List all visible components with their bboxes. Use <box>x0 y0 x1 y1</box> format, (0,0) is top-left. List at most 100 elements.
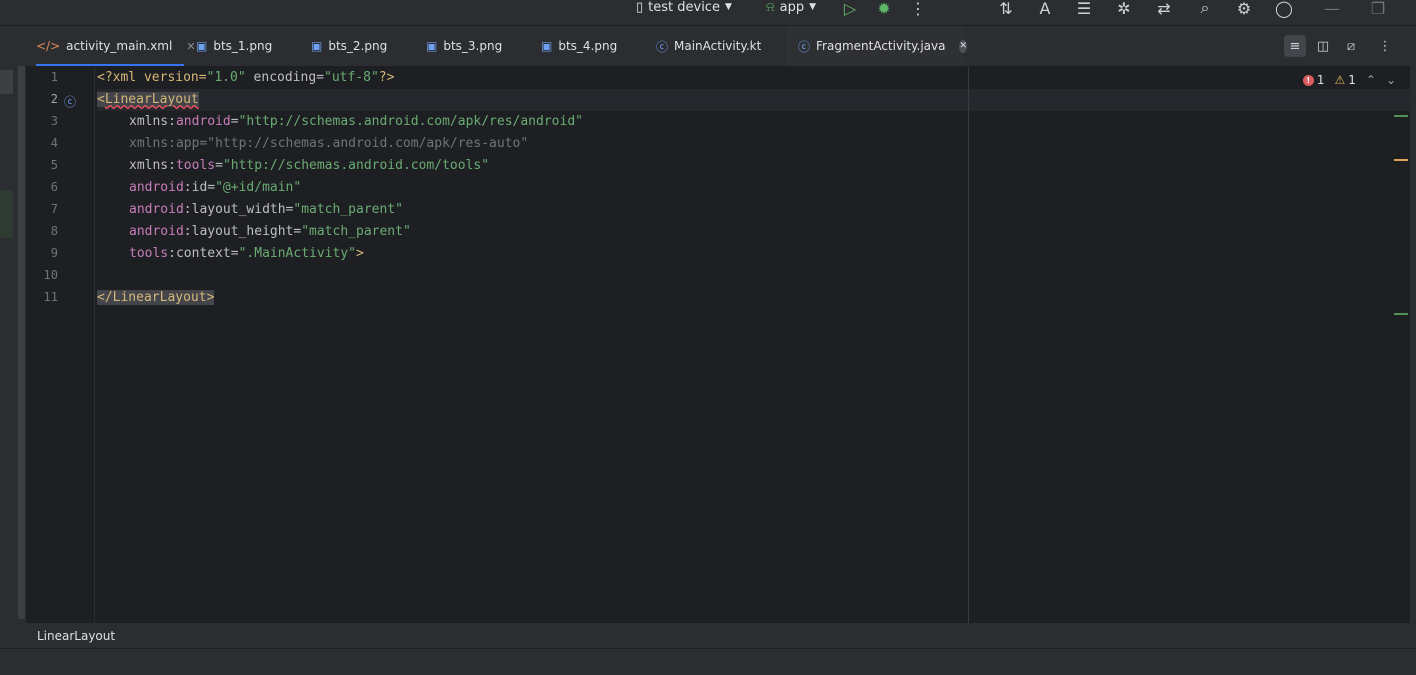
account-icon[interactable]: ◯ <box>1274 0 1294 18</box>
left-change-marker <box>0 190 13 238</box>
profiler-icon[interactable]: ✲ <box>1114 0 1134 18</box>
more-icon[interactable]: ⋮ <box>1374 35 1396 57</box>
token: xmlns:app="http://schemas.android.com/ap… <box>129 136 529 151</box>
tab-label: bts_2.png <box>328 39 388 53</box>
run-icon[interactable]: ▷ <box>840 0 860 18</box>
line-number: 4 <box>50 136 58 150</box>
breadcrumb[interactable]: LinearLayout <box>26 624 1410 648</box>
tab-label: bts_4.png <box>558 39 618 53</box>
token: encoding= <box>245 70 324 85</box>
status-bar <box>0 648 1416 675</box>
warning-count-label: 1 <box>1348 73 1356 87</box>
line-number: 1 <box>50 70 58 84</box>
tab-bts-2[interactable]: ▣ bts_2.png <box>311 26 387 66</box>
right-margin-guide <box>968 67 969 623</box>
code-editor[interactable]: 1 2 ⓒ 3 4 5 6 7 8 9 10 11 <?xml version=… <box>26 67 1410 623</box>
code-line: xmlns:app="http://schemas.android.com/ap… <box>97 133 528 155</box>
token: "http://schemas.android.com/apk/res/andr… <box>238 114 583 129</box>
line-number: 9 <box>50 246 58 260</box>
line-number-gutter: 1 2 ⓒ 3 4 5 6 7 8 9 10 11 <box>26 67 95 623</box>
tab-label: FragmentActivity.java <box>816 39 946 53</box>
breadcrumb-item[interactable]: LinearLayout <box>37 629 115 643</box>
image-icon: ▣ <box>541 39 553 53</box>
token: tools <box>129 246 169 261</box>
chevron-up-icon[interactable]: ⌃ <box>1366 73 1376 87</box>
right-tool-strip <box>1410 26 1416 648</box>
split-view-icon[interactable]: ◫ <box>1312 35 1334 57</box>
token: </LinearLayout> <box>97 290 215 305</box>
token: ?> <box>378 70 395 85</box>
line-number: 11 <box>43 290 58 304</box>
image-icon: ▣ <box>196 39 208 53</box>
tab-label: MainActivity.kt <box>674 39 762 53</box>
line-number: 3 <box>50 114 58 128</box>
code-line: xmlns:android="http://schemas.android.co… <box>97 111 583 133</box>
tab-label: bts_1.png <box>213 39 273 53</box>
code-line: <?xml version="1.0" encoding="utf-8"?> <box>97 67 394 89</box>
tab-bts-3[interactable]: ▣ bts_3.png <box>426 26 502 66</box>
inspection-widget[interactable]: ! 1 ⚠ 1 ⌃ ⌄ <box>1302 73 1396 87</box>
settings-icon[interactable]: ⚙ <box>1234 0 1254 18</box>
build-icon[interactable]: ☰ <box>1074 0 1094 18</box>
token: xmlns: <box>129 158 176 173</box>
close-icon[interactable]: ✕ <box>186 40 195 53</box>
tab-main-activity-kt[interactable]: ⓒ MainActivity.kt <box>656 26 761 66</box>
gutter-class-icon[interactable]: ⓒ <box>64 93 76 110</box>
tab-label: bts_3.png <box>443 39 503 53</box>
code-line: </LinearLayout> <box>97 287 215 309</box>
translate-icon[interactable]: A <box>1035 0 1055 18</box>
scroll-marker[interactable] <box>1394 159 1408 161</box>
code-line: tools:context=".MainActivity"> <box>97 243 364 265</box>
close-icon[interactable]: ✕ <box>959 39 968 53</box>
warning-icon: ⚠ <box>1334 73 1346 87</box>
editor-tab-bar: </> activity_main.xml ✕ ▣ bts_1.png ▣ bt… <box>26 26 1416 67</box>
sync-icon[interactable]: ⇅ <box>996 0 1016 18</box>
token: xmlns: <box>129 114 176 129</box>
tab-fragment-activity-java[interactable]: ⓒ FragmentActivity.java ✕ <box>786 26 968 66</box>
token: LinearLayout <box>104 92 199 107</box>
tab-bts-1[interactable]: ▣ bts_1.png <box>196 26 272 66</box>
android-icon: ⍾ <box>766 0 775 15</box>
minimize-icon[interactable]: — <box>1322 0 1342 18</box>
tab-activity-main-xml[interactable]: </> activity_main.xml ✕ <box>36 26 196 66</box>
java-class-icon: ⓒ <box>798 39 811 54</box>
scroll-marker[interactable] <box>1394 115 1408 117</box>
design-view-icon[interactable]: ⧄ <box>1340 35 1362 57</box>
code-view-icon[interactable]: ≡ <box>1284 35 1306 57</box>
code-line: android:id="@+id/main" <box>97 177 301 199</box>
device-manager-icon[interactable]: ⇄ <box>1154 0 1174 18</box>
token: "http://schemas.android.com/tools" <box>222 158 490 173</box>
chevron-down-icon[interactable]: ⌄ <box>1386 73 1396 87</box>
line-number: 2 <box>50 92 58 106</box>
warning-count[interactable]: ⚠ 1 <box>1334 73 1355 87</box>
token: < <box>97 92 105 107</box>
line-number: 6 <box>50 180 58 194</box>
left-scrollbar[interactable] <box>18 66 25 619</box>
chevron-down-icon: ▼ <box>809 2 817 12</box>
token: "match_parent" <box>301 224 411 239</box>
error-count-label: 1 <box>1316 73 1325 87</box>
device-selector[interactable]: ▯ test device ▼ <box>636 0 732 15</box>
left-tool-tab[interactable] <box>0 70 13 94</box>
xml-icon: </> <box>36 39 61 53</box>
error-count[interactable]: ! 1 <box>1302 73 1325 87</box>
device-icon: ▯ <box>636 0 644 15</box>
code-line: <LinearLayout <box>97 89 199 111</box>
line-number: 8 <box>50 224 58 238</box>
token: :context= <box>168 246 239 261</box>
code-area[interactable]: <?xml version="1.0" encoding="utf-8"?> <… <box>97 67 1410 623</box>
restore-icon[interactable]: ❐ <box>1368 0 1388 18</box>
scroll-marker[interactable] <box>1394 313 1408 315</box>
code-line: android:layout_width="match_parent" <box>97 199 403 221</box>
search-icon[interactable]: ⌕ <box>1195 0 1215 17</box>
token: = <box>215 158 223 173</box>
debug-icon[interactable]: ✹ <box>874 0 894 18</box>
token: :layout_width= <box>183 202 294 217</box>
tab-label: activity_main.xml <box>66 39 173 53</box>
kotlin-class-icon: ⓒ <box>656 39 669 54</box>
tab-bts-4[interactable]: ▣ bts_4.png <box>541 26 617 66</box>
line-number: 10 <box>43 268 58 282</box>
run-config-selector[interactable]: ⍾ app ▼ <box>766 0 817 15</box>
token: android <box>129 180 184 195</box>
more-icon[interactable]: ⋮ <box>908 0 928 18</box>
